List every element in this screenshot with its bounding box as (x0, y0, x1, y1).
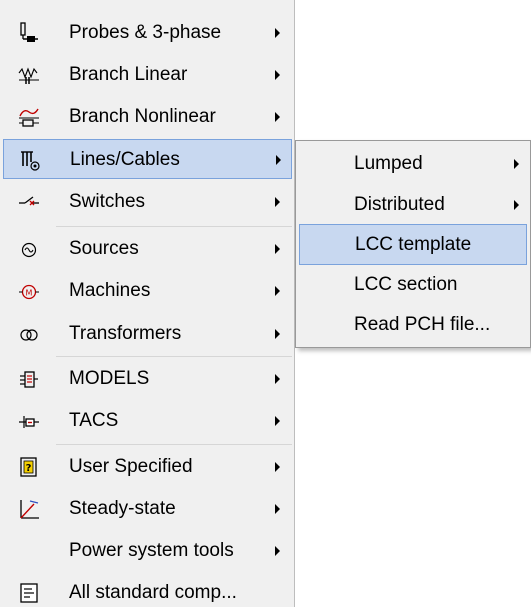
menu-item-label: Branch Linear (69, 64, 188, 85)
menu-item-label: Power system tools (69, 540, 234, 561)
context-menu-screen: Probes & 3-phase Branch Linear Branch No… (0, 0, 531, 607)
machine-icon: M (18, 280, 40, 302)
submenu-item-lcc-section[interactable]: LCC section (299, 265, 527, 306)
submenu-item-label: Distributed (354, 194, 445, 215)
branch-linear-icon (18, 64, 40, 86)
menu-item-label: User Specified (69, 456, 193, 477)
menu-item-transformers[interactable]: Transformers (3, 314, 292, 354)
steady-state-icon (18, 498, 40, 520)
menu-item-label: Sources (69, 238, 139, 259)
transformer-icon (18, 323, 40, 345)
models-icon (18, 368, 40, 390)
menu-item-tacs[interactable]: TACS (3, 401, 292, 441)
submenu-arrow-icon (275, 70, 280, 80)
svg-text:M: M (26, 289, 33, 298)
menu-item-branch-linear[interactable]: Branch Linear (3, 55, 292, 95)
menu-item-label: Branch Nonlinear (69, 106, 216, 127)
submenu-item-distributed[interactable]: Distributed (299, 185, 527, 226)
submenu-arrow-icon (275, 462, 280, 472)
submenu-arrow-icon (275, 329, 280, 339)
branch-nonlinear-icon (18, 106, 40, 128)
submenu-arrow-icon (275, 546, 280, 556)
svg-text:?: ? (26, 463, 32, 474)
source-icon (18, 238, 40, 260)
menu-separator (56, 356, 292, 357)
submenu-item-label: Read PCH file... (354, 314, 491, 335)
submenu-arrow-icon (514, 159, 519, 169)
menu-item-models[interactable]: MODELS (3, 359, 292, 399)
submenu-item-read-pch-file[interactable]: Read PCH file... (299, 305, 527, 346)
submenu-item-label: LCC section (354, 274, 458, 295)
menu-item-label: Probes & 3-phase (69, 22, 222, 43)
component-menu: Probes & 3-phase Branch Linear Branch No… (0, 0, 295, 607)
submenu-arrow-icon (275, 504, 280, 514)
switch-icon (18, 191, 40, 213)
menu-item-sources[interactable]: Sources (3, 229, 292, 269)
menu-item-machines[interactable]: M Machines (3, 271, 292, 311)
submenu-arrow-icon (275, 286, 280, 296)
probe-icon (18, 22, 40, 44)
menu-item-steady-state[interactable]: Steady-state (3, 489, 292, 529)
submenu-arrow-icon (276, 155, 281, 165)
menu-item-label: TACS (69, 410, 119, 431)
menu-item-power-system-tools[interactable]: Power system tools (3, 531, 292, 571)
submenu-item-label: LCC template (355, 234, 472, 255)
menu-item-probes-3-phase[interactable]: Probes & 3-phase (3, 13, 292, 53)
submenu-item-label: Lumped (354, 153, 423, 174)
menu-item-label: Machines (69, 280, 151, 301)
menu-item-label: All standard comp... (69, 582, 237, 603)
menu-item-label: Transformers (69, 323, 182, 344)
menu-item-label: Switches (69, 191, 146, 212)
tacs-icon (18, 410, 40, 432)
submenu-arrow-icon (514, 200, 519, 210)
menu-separator (56, 444, 292, 445)
menu-item-all-standard-components[interactable]: All standard comp... (3, 573, 292, 607)
submenu-arrow-icon (275, 112, 280, 122)
user-specified-icon: ? (18, 456, 40, 478)
submenu-item-lumped[interactable]: Lumped (299, 144, 527, 185)
all-components-icon (18, 582, 40, 604)
menu-item-label: MODELS (69, 368, 150, 389)
menu-separator (56, 226, 292, 227)
menu-item-lines-cables[interactable]: Lines/Cables (3, 139, 292, 179)
submenu-arrow-icon (275, 416, 280, 426)
menu-item-switches[interactable]: Switches (3, 182, 292, 222)
submenu-arrow-icon (275, 374, 280, 384)
submenu-arrow-icon (275, 28, 280, 38)
lines-cables-icon (19, 149, 41, 171)
lines-cables-submenu: Lumped Distributed LCC template LCC sect… (295, 140, 531, 348)
menu-item-label: Steady-state (69, 498, 176, 519)
menu-item-user-specified[interactable]: ? User Specified (3, 447, 292, 487)
menu-item-branch-nonlinear[interactable]: Branch Nonlinear (3, 97, 292, 137)
submenu-arrow-icon (275, 244, 280, 254)
menu-item-label: Lines/Cables (70, 149, 180, 170)
submenu-arrow-icon (275, 197, 280, 207)
submenu-item-lcc-template[interactable]: LCC template (299, 224, 527, 265)
